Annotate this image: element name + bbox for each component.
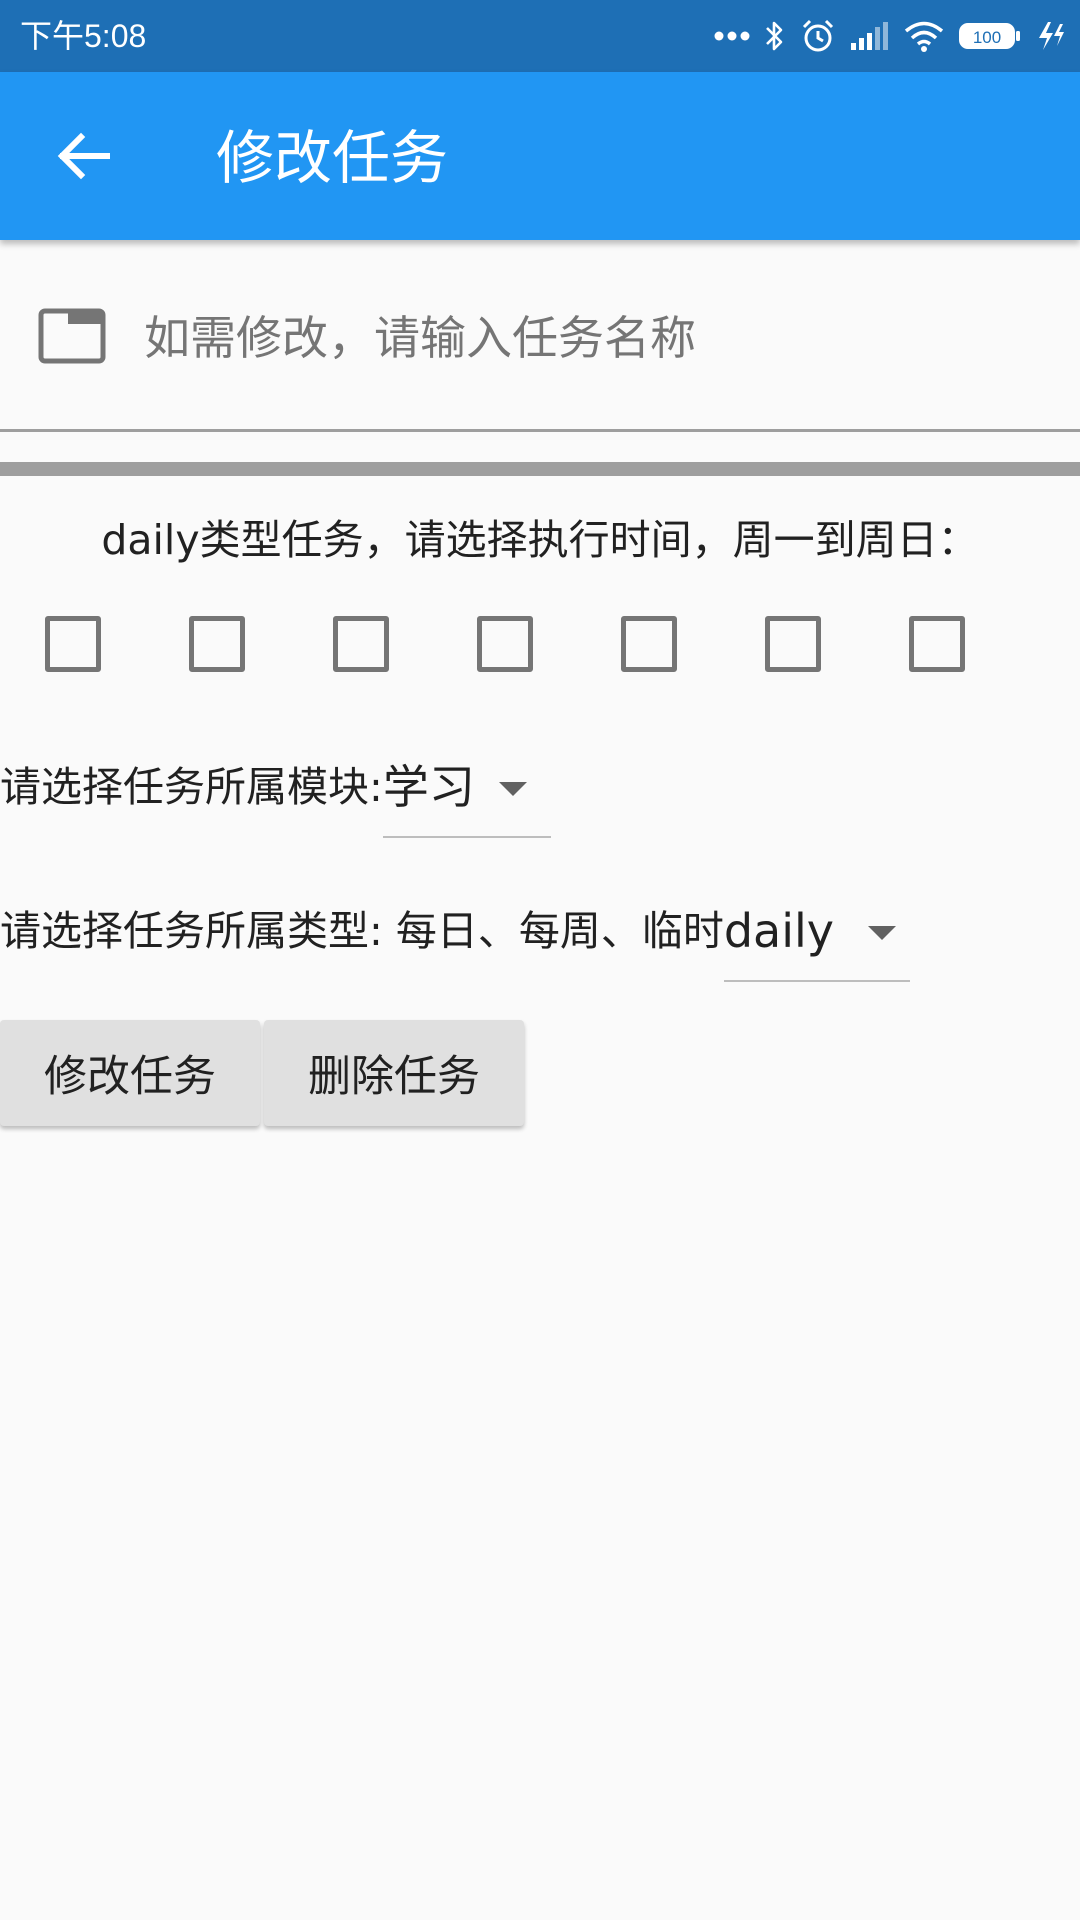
weekday-checkbox-row: [0, 612, 1080, 672]
checkbox-monday[interactable]: [45, 616, 101, 672]
more-dots-icon: [714, 30, 750, 42]
action-button-row: 修改任务 删除任务: [0, 1020, 524, 1126]
status-time: 下午5:08: [20, 18, 147, 54]
module-selected-value: 学习: [382, 760, 475, 814]
battery-icon: 100: [958, 21, 1022, 51]
checkbox-tuesday[interactable]: [189, 616, 245, 672]
section-divider: [0, 462, 1080, 476]
wifi-icon: [904, 20, 944, 52]
type-label: 请选择任务所属类型: 每日、每周、临时: [0, 907, 724, 955]
checkbox-thursday[interactable]: [477, 616, 533, 672]
checkbox-saturday[interactable]: [765, 616, 821, 672]
charging-icon: [1036, 20, 1066, 52]
checkbox-sunday[interactable]: [909, 616, 965, 672]
module-row: 请选择任务所属模块: 学习: [0, 752, 551, 838]
dropdown-arrow-icon: [498, 782, 527, 796]
module-label: 请选择任务所属模块:: [0, 763, 383, 811]
checkbox-friday[interactable]: [621, 616, 677, 672]
alarm-icon: [800, 18, 836, 54]
arrow-left-icon: [57, 132, 110, 180]
dropdown-arrow-icon: [868, 926, 897, 940]
type-dropdown[interactable]: daily: [723, 896, 910, 982]
daily-prompt: daily类型任务，请选择执行时间，周一到周日：: [101, 516, 979, 564]
delete-task-button[interactable]: 删除任务: [264, 1020, 524, 1126]
page-title: 修改任务: [216, 124, 449, 192]
type-row: 请选择任务所属类型: 每日、每周、临时 daily: [0, 896, 910, 982]
status-bar: 下午5:08 100: [0, 0, 1080, 72]
signal-icon: [850, 21, 890, 51]
modify-task-button[interactable]: 修改任务: [0, 1020, 260, 1126]
checkbox-wednesday[interactable]: [333, 616, 389, 672]
task-name-field: [0, 240, 1080, 432]
app-bar: 修改任务: [0, 72, 1080, 240]
status-icons: 100: [714, 14, 1066, 58]
task-name-underline: [0, 429, 1080, 432]
type-selected-value: daily: [723, 904, 835, 958]
module-dropdown[interactable]: 学习: [382, 752, 551, 838]
battery-level: 100: [973, 28, 1001, 47]
task-name-input[interactable]: [144, 298, 1044, 378]
back-button[interactable]: [44, 116, 124, 196]
folder-icon: [38, 308, 106, 364]
bluetooth-icon: [764, 19, 786, 53]
